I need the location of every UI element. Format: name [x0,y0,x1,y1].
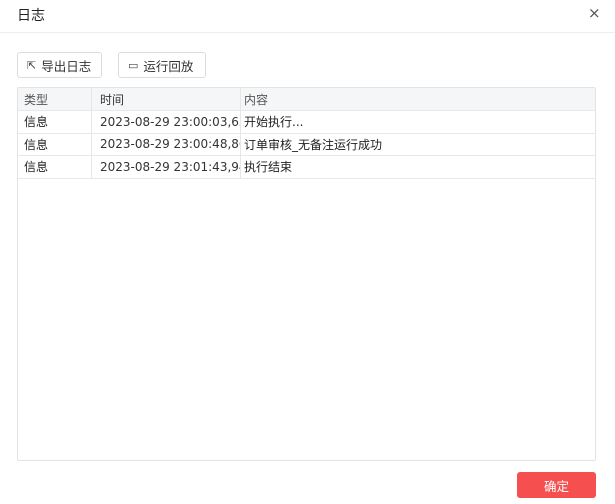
run-replay-label: 运行回放 [143,58,194,74]
export-log-label: 导出日志 [41,58,92,74]
header-time[interactable]: 时间 [92,88,241,110]
header-content[interactable]: 内容 [241,88,595,110]
header-divider [0,32,615,33]
table-row: 信息 2023-08-29 23:00:03,659 开始执行... [18,111,595,134]
close-icon[interactable]: × [588,4,601,22]
cell-time: 2023-08-29 23:01:43,949 [92,156,241,178]
header-type[interactable]: 类型 [18,88,92,110]
log-table: 类型 时间 内容 信息 2023-08-29 23:00:03,659 开始执行… [17,87,596,461]
cell-time: 2023-08-29 23:00:48,866 [92,133,241,155]
cell-content: 订单审核_无备注运行成功 [244,137,383,152]
cell-type: 信息 [18,156,92,178]
table-row: 信息 2023-08-29 23:00:48,866 订单审核_无备注运行成功 [18,133,595,156]
export-log-button[interactable]: ⇱ 导出日志 [17,52,102,78]
table-header: 类型 时间 内容 [18,88,595,111]
cell-time: 2023-08-29 23:00:03,659 [92,111,241,133]
video-icon: ▭ [128,58,139,72]
table-row: 信息 2023-08-29 23:01:43,949 执行结束 [18,156,595,179]
cell-content: 执行结束 [244,160,293,175]
dialog-title: 日志 [17,8,45,24]
export-icon: ⇱ [27,58,37,72]
cell-type: 信息 [18,111,92,133]
cell-content: 开始执行... [244,115,304,130]
run-replay-button[interactable]: ▭ 运行回放 [118,52,206,78]
cell-type: 信息 [18,133,92,155]
confirm-button[interactable]: 确定 [517,472,596,498]
